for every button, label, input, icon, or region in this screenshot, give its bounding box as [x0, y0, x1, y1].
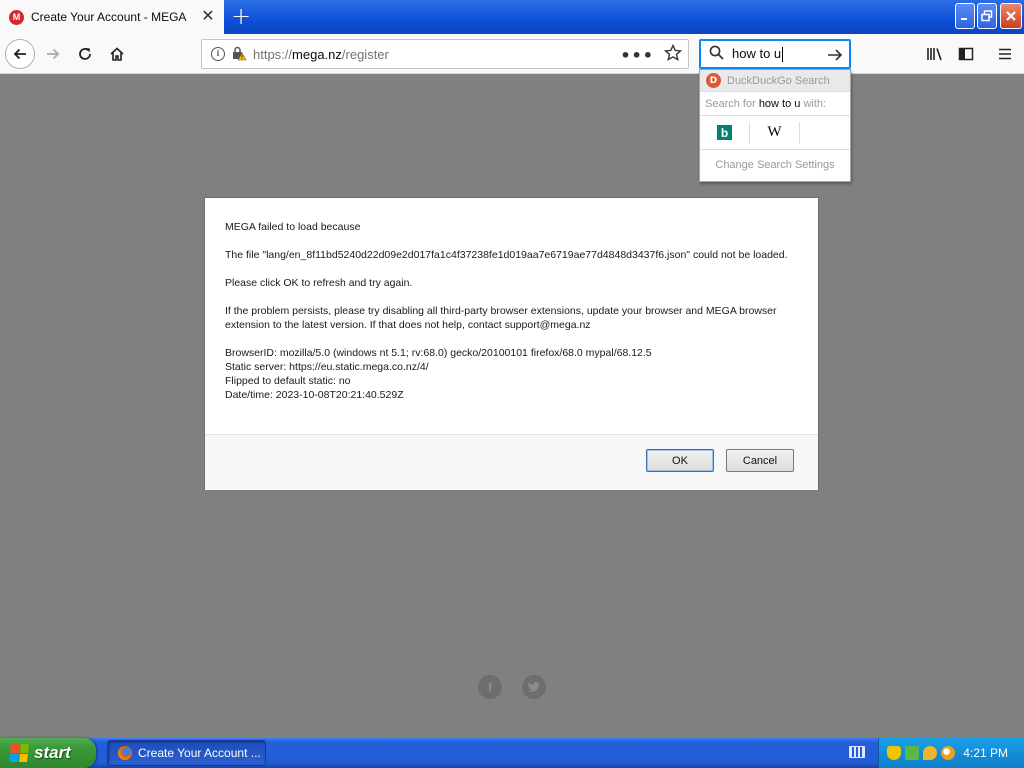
search-engine-label: DuckDuckGo Search — [727, 74, 830, 87]
info-icon[interactable]: i — [211, 47, 225, 61]
wikipedia-icon: W — [767, 124, 782, 140]
start-label: start — [34, 743, 71, 762]
dialog-persist-help: If the problem persists, please try disa… — [225, 305, 777, 331]
start-button[interactable]: start — [0, 738, 96, 768]
one-click-engines: b W — [700, 116, 850, 150]
taskbar-firefox-window[interactable]: Create Your Account ... — [107, 740, 266, 766]
search-input-value: how to u — [732, 45, 782, 61]
bing-engine-button[interactable]: b — [700, 121, 750, 144]
library-icon — [927, 48, 942, 61]
search-engine-header: D DuckDuckGo Search — [700, 70, 850, 92]
new-tab-plus-icon[interactable]: + — [229, 4, 253, 29]
browser-title-bar: M Create Your Account - MEGA ✕ + — [0, 0, 1024, 34]
url-bar[interactable]: i https://mega.nz/register ••• — [201, 39, 689, 69]
url-scheme: https:// — [253, 46, 293, 62]
wikipedia-engine-button[interactable]: W — [750, 121, 800, 144]
dialog-refresh-instruction: Please click OK to refresh and try again… — [225, 277, 413, 289]
tab-title: Create Your Account - MEGA — [31, 10, 187, 24]
dialog-browser-id: BrowserID: mozilla/5.0 (windows nt 5.1; … — [225, 347, 652, 359]
search-bar[interactable]: how to u — [699, 39, 851, 69]
search-tray-icon[interactable] — [941, 746, 955, 760]
dialog-static-server: Static server: https://eu.static.mega.co… — [225, 361, 429, 373]
lock-warning-icon[interactable] — [231, 45, 247, 64]
sidebar-icon — [958, 47, 974, 61]
search-suggestions-popup: D DuckDuckGo Search Search for how to u … — [699, 69, 851, 182]
dialog-file-error: The file "lang/en_8f11bd5240d22d09e2d017… — [225, 249, 788, 261]
tab-close-icon[interactable]: ✕ — [200, 8, 216, 24]
dialog-footer: OK Cancel — [205, 434, 818, 490]
messenger-icon[interactable] — [923, 746, 937, 760]
forward-icon — [47, 48, 60, 60]
taskbar-window-label: Create Your Account ... — [138, 746, 261, 760]
dialog-datetime: Date/time: 2023-10-08T20:21:40.529Z — [225, 389, 404, 401]
firefox-icon — [118, 746, 132, 760]
ok-button[interactable]: OK — [646, 449, 714, 472]
search-for-prefix: Search for — [705, 98, 759, 110]
back-icon — [13, 48, 26, 60]
security-shield-icon[interactable] — [887, 746, 901, 760]
restore-window-icon[interactable] — [977, 3, 997, 29]
tab-create-account[interactable]: M Create Your Account - MEGA ✕ — [0, 0, 224, 34]
hamburger-menu-icon — [999, 48, 1011, 60]
url-text[interactable]: https://mega.nz/register — [253, 47, 389, 62]
url-path: /register — [341, 46, 389, 62]
library-button[interactable] — [920, 39, 950, 69]
page-actions-icon[interactable]: ••• — [620, 46, 654, 65]
navigation-toolbar: i https://mega.nz/register ••• how to u — [0, 34, 1024, 74]
hamburger-menu-button[interactable] — [990, 39, 1020, 69]
go-arrow-icon[interactable] — [826, 46, 844, 67]
url-host: mega.nz — [292, 46, 342, 62]
search-input[interactable]: how to u — [732, 45, 784, 63]
dialog-body: MEGA failed to load because The file "la… — [225, 220, 800, 402]
dialog-heading: MEGA failed to load because — [225, 221, 361, 233]
forward-button[interactable] — [38, 39, 68, 69]
dialog-flipped: Flipped to default static: no — [225, 375, 351, 387]
change-search-settings-button[interactable]: Change Search Settings — [700, 150, 850, 180]
duckduckgo-icon: D — [706, 73, 721, 88]
home-button[interactable] — [102, 39, 132, 69]
network-icon[interactable] — [905, 746, 919, 760]
home-icon — [110, 47, 124, 61]
keyboard-language-icon[interactable] — [849, 746, 865, 758]
search-for-query: how to u — [758, 98, 801, 110]
mega-favicon-icon: M — [9, 9, 24, 25]
windows-taskbar: start Create Your Account ... 4:21 PM — [0, 738, 1024, 768]
reload-button[interactable] — [70, 39, 100, 69]
system-tray: 4:21 PM — [878, 738, 1024, 768]
text-cursor-icon — [782, 47, 784, 63]
page-content: MEGA failed to load because The file "la… — [0, 75, 1024, 738]
twitter-icon[interactable] — [522, 675, 546, 699]
search-for-suffix: with: — [800, 98, 827, 110]
windows-logo-icon — [9, 744, 29, 762]
cancel-button[interactable]: Cancel — [726, 449, 794, 472]
error-dialog: MEGA failed to load because The file "la… — [204, 197, 819, 490]
search-icon — [709, 45, 724, 63]
close-window-icon[interactable] — [1000, 3, 1022, 29]
bookmark-star-icon[interactable] — [663, 43, 683, 65]
sidebar-button[interactable] — [951, 39, 981, 69]
reload-icon — [79, 48, 91, 60]
bing-icon: b — [717, 125, 732, 140]
minimize-window-icon[interactable] — [955, 3, 975, 29]
back-button[interactable] — [5, 39, 35, 69]
search-for-row: Search for how to u with: — [700, 92, 850, 116]
facebook-icon[interactable]: f — [478, 675, 502, 699]
clock: 4:21 PM — [963, 746, 1008, 760]
